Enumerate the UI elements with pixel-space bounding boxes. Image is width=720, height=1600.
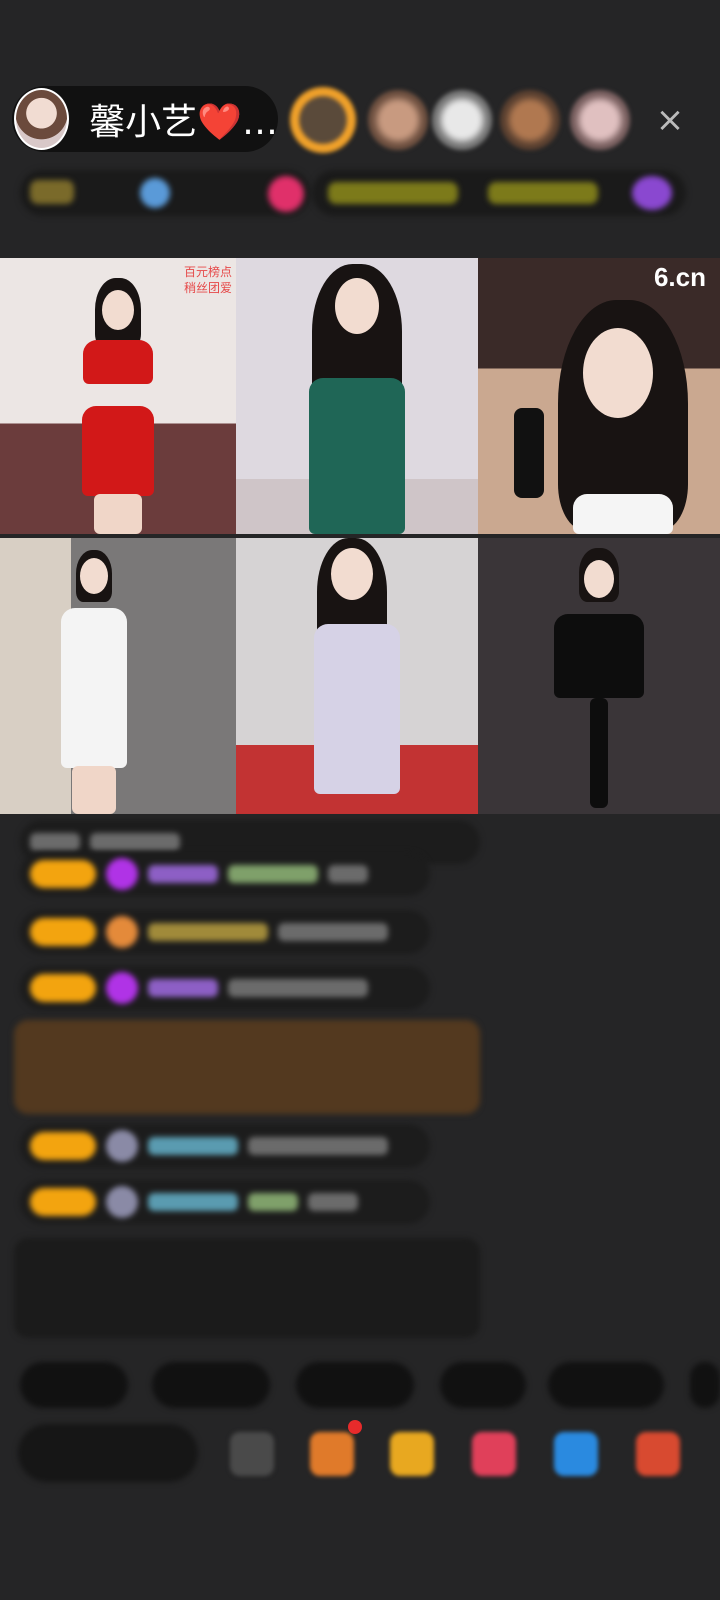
performer-face <box>331 548 374 600</box>
quick-reply-button[interactable] <box>548 1362 664 1408</box>
close-icon[interactable]: × <box>648 98 692 142</box>
viewer-avatar[interactable] <box>500 90 560 150</box>
chat-message <box>20 1180 430 1224</box>
video-cell[interactable] <box>0 538 236 814</box>
more-icon[interactable] <box>636 1432 680 1476</box>
shop-icon[interactable] <box>310 1432 354 1476</box>
performer-top <box>573 494 674 534</box>
performer-face <box>80 558 109 594</box>
rank-badge <box>30 180 74 204</box>
video-cell[interactable] <box>236 258 478 534</box>
performer-dress <box>314 624 400 794</box>
performer-face <box>102 290 134 330</box>
performer-face <box>335 278 379 334</box>
chat-message <box>20 852 430 896</box>
viewer-avatar[interactable] <box>570 90 630 150</box>
game-icon[interactable] <box>554 1432 598 1476</box>
quick-reply-button[interactable] <box>690 1362 720 1408</box>
performer-face <box>584 560 614 598</box>
overlay-text: 百元榜点 <box>184 265 233 279</box>
video-cell[interactable]: 百元榜点 稍丝团爱 <box>0 258 236 534</box>
quick-reply-button[interactable] <box>20 1362 128 1408</box>
performer-face <box>583 328 654 418</box>
viewer-avatar[interactable] <box>290 87 356 153</box>
anchor-avatar[interactable] <box>14 88 70 150</box>
video-grid: 百元榜点 稍丝团爱 6.cn <box>0 258 720 814</box>
anchor-info[interactable]: 馨小艺❤️… <box>12 86 278 152</box>
task-label <box>488 182 598 204</box>
overlay-text: 稍丝团爱 <box>184 281 233 295</box>
system-message <box>14 1020 480 1114</box>
notification-badge <box>348 1420 362 1434</box>
chat-message <box>20 1124 430 1168</box>
quick-reply-button[interactable] <box>152 1362 270 1408</box>
emoji-icon[interactable] <box>230 1432 274 1476</box>
chat-message <box>20 966 430 1010</box>
heart-icon[interactable] <box>268 176 304 212</box>
video-cell[interactable] <box>236 538 478 814</box>
performer-dress <box>309 378 405 534</box>
viewer-avatar[interactable] <box>368 90 428 150</box>
microphone-icon <box>514 408 544 498</box>
gift-icon[interactable] <box>632 176 672 210</box>
performer-dress <box>61 608 128 768</box>
performer-legs <box>590 698 608 808</box>
welcome-notice <box>14 1238 480 1338</box>
chat-message <box>20 910 430 954</box>
quick-reply-button[interactable] <box>440 1362 526 1408</box>
video-cell[interactable]: 6.cn <box>478 258 720 534</box>
site-logo: 6.cn <box>653 262 706 292</box>
quick-reply-button[interactable] <box>296 1362 414 1408</box>
performer-top <box>83 340 153 384</box>
planet-icon <box>140 178 170 208</box>
performer-skirt <box>82 406 154 496</box>
anchor-name: 馨小艺❤️… <box>89 102 278 143</box>
gift-box-icon[interactable] <box>390 1432 434 1476</box>
performer-legs <box>72 766 117 814</box>
heart-gift-icon[interactable] <box>472 1432 516 1476</box>
performer-legs <box>94 494 142 534</box>
chat-input[interactable] <box>18 1424 198 1482</box>
viewer-avatar[interactable] <box>432 90 492 150</box>
video-cell[interactable] <box>478 538 720 814</box>
performer-top <box>554 614 644 698</box>
task-label <box>328 182 458 204</box>
